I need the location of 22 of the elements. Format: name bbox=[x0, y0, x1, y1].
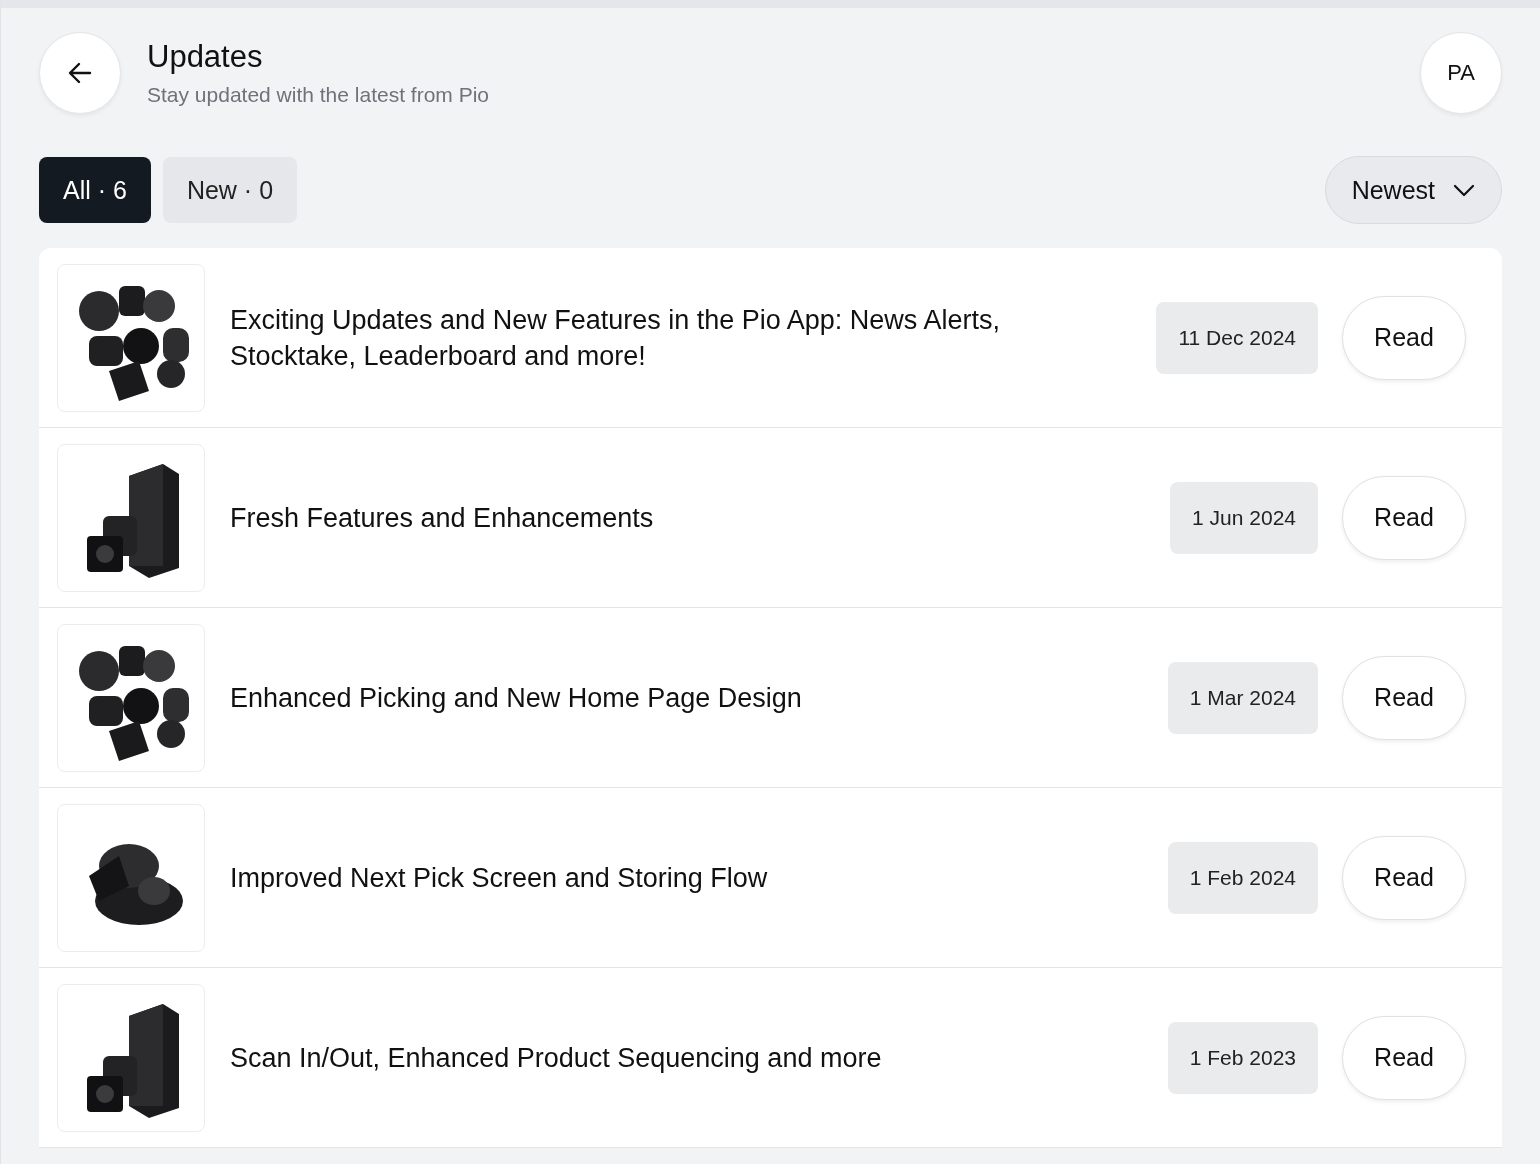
date-badge: 1 Mar 2024 bbox=[1167, 661, 1318, 734]
update-title: Improved Next Pick Screen and Storing Flow bbox=[230, 861, 769, 895]
read-button[interactable]: Read bbox=[1342, 1015, 1466, 1100]
read-button[interactable]: Read bbox=[1342, 655, 1466, 740]
read-button[interactable]: Read bbox=[1342, 295, 1466, 380]
date-badge: 11 Dec 2024 bbox=[1156, 301, 1318, 374]
sort-dropdown[interactable]: Newest bbox=[1324, 156, 1502, 224]
update-title: Enhanced Picking and New Home Page Design bbox=[230, 681, 803, 715]
filter-tab[interactable]: All · 6 bbox=[39, 157, 151, 223]
page-subtitle: Stay updated with the latest from Pio bbox=[147, 83, 490, 107]
update-title: Exciting Updates and New Features in the Pio App: News Alerts, Stocktake, Leaderboard and more! bbox=[230, 303, 1001, 373]
read-button[interactable]: Read bbox=[1342, 475, 1466, 560]
date-badge: 1 Feb 2024 bbox=[1167, 841, 1318, 914]
read-button[interactable]: Read bbox=[1342, 835, 1466, 920]
date-badge: 1 Feb 2023 bbox=[1167, 1021, 1318, 1094]
update-title: Fresh Features and Enhancements bbox=[230, 501, 655, 535]
date-badge: 1 Jun 2024 bbox=[1170, 481, 1318, 554]
update-title: Scan In/Out, Enhanced Product Sequencing and more bbox=[230, 1041, 883, 1075]
filter-tab[interactable]: New · 0 bbox=[162, 157, 298, 223]
avatar-button[interactable]: PA bbox=[1420, 32, 1502, 114]
page-title: Updates bbox=[147, 39, 264, 75]
chevron-down-icon bbox=[1453, 183, 1475, 197]
